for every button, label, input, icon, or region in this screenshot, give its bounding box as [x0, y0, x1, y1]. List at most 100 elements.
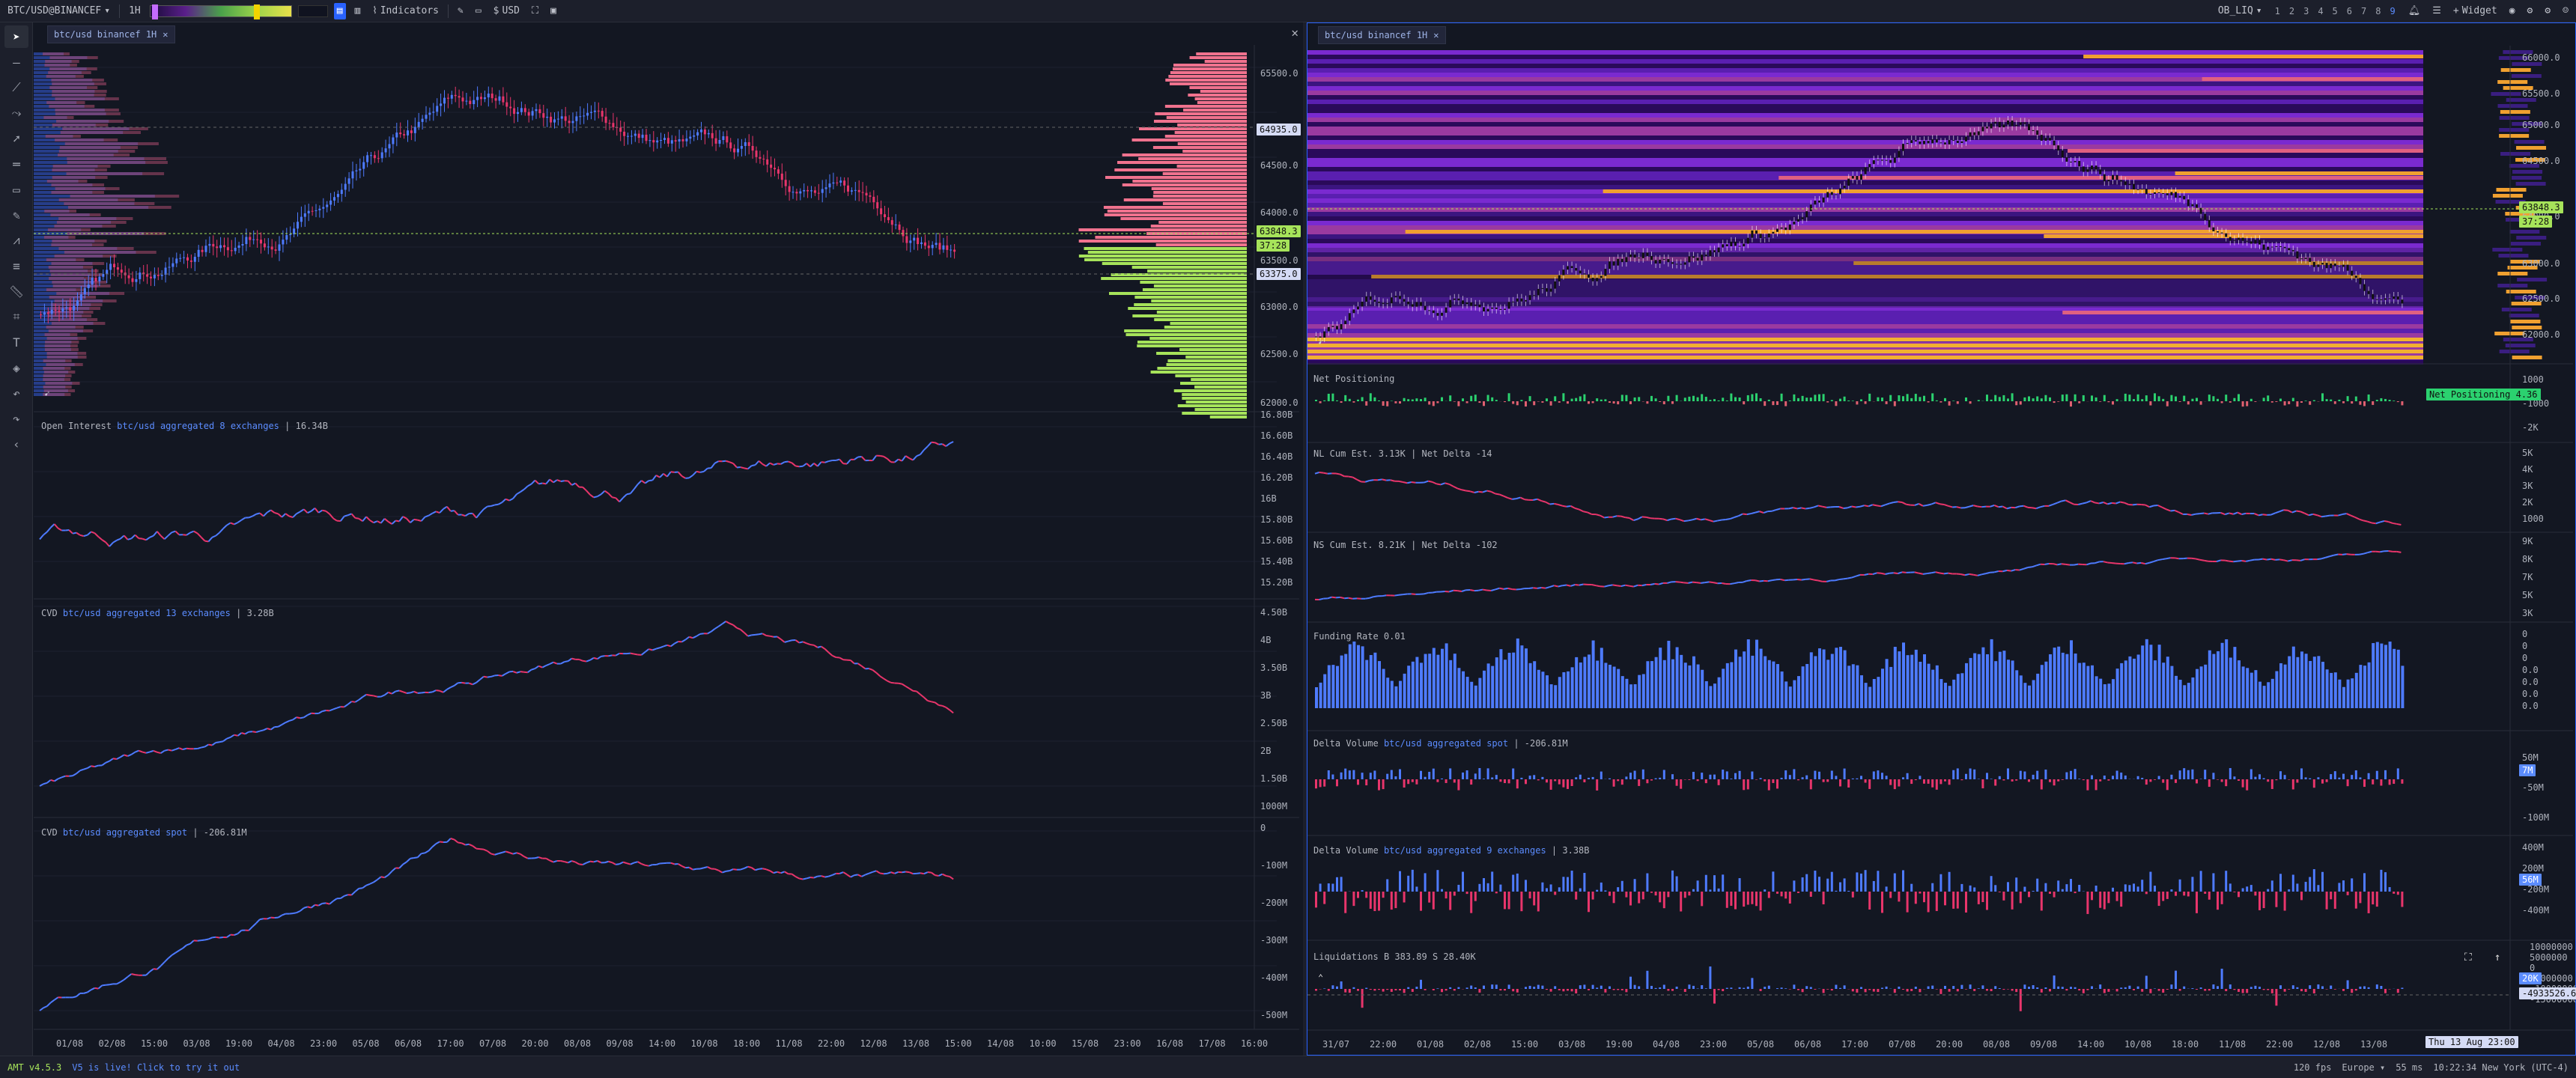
layout-selector[interactable]: OB_LIQ ▾	[2215, 3, 2265, 19]
user-icon[interactable]: ☺	[2560, 3, 2572, 19]
candle	[1357, 306, 1359, 310]
settings-icon[interactable]: ⚙	[2542, 3, 2554, 19]
cvd1-source: btc/usd aggregated 13 exchanges	[62, 608, 231, 618]
nl-line	[1541, 500, 1546, 503]
arrow-up-icon[interactable]: ↑	[2494, 951, 2500, 963]
net-positioning-bar	[1567, 401, 1569, 404]
cvd1-line	[61, 775, 66, 779]
nl-line	[1679, 519, 1685, 523]
currency-button[interactable]: $ USD	[490, 3, 523, 19]
liquidation-bar	[2162, 989, 2165, 993]
funding-bar	[1746, 639, 1750, 708]
candle	[428, 112, 431, 115]
cvd2-line	[468, 843, 473, 847]
delta-volume-bar	[1432, 892, 1435, 910]
layout-5-button[interactable]: 5	[2329, 6, 2342, 16]
liquidation-bar	[1369, 989, 1372, 990]
horizontal-line-icon[interactable]: —	[4, 51, 28, 73]
layers-icon[interactable]: ◈	[4, 356, 28, 379]
rectangle-icon[interactable]: ▭	[4, 178, 28, 201]
liquidation-bar	[2149, 989, 2152, 993]
candle	[483, 97, 486, 100]
liquidation-bar	[2091, 986, 2093, 989]
layout-1-button[interactable]: 1	[2271, 6, 2284, 16]
text-icon[interactable]: T	[4, 331, 28, 353]
symbol-selector[interactable]: BTC/USD@BINANCEF ▾	[4, 3, 113, 19]
fullscreen-icon[interactable]: ⛶	[529, 3, 541, 19]
nl-line	[1403, 481, 1408, 484]
layout-4-button[interactable]: 4	[2314, 6, 2327, 16]
net-positioning-bar	[1965, 397, 1967, 401]
gear-icon[interactable]: ⚙	[2524, 3, 2536, 19]
orderbook-bar	[1188, 94, 1247, 97]
candle	[1960, 141, 1963, 144]
layout-6-button[interactable]: 6	[2343, 6, 2356, 16]
trend-line-icon[interactable]: ⟋	[4, 76, 28, 99]
brush-icon[interactable]: ✎	[4, 204, 28, 226]
liquidation-bar	[1407, 987, 1410, 989]
ruler-icon[interactable]: 📏︎	[4, 280, 28, 302]
fullscreen-icon[interactable]: ⛶	[2464, 951, 2472, 963]
list-icon[interactable]: ☰	[2429, 3, 2444, 19]
oi-line	[912, 455, 917, 461]
ns-line	[2258, 558, 2263, 561]
pencil-icon[interactable]: ✎	[455, 3, 467, 19]
chart-type-icon[interactable]: ▤	[333, 2, 346, 19]
liquidation-bar	[2296, 987, 2299, 989]
layout-3-button[interactable]: 3	[2300, 6, 2312, 16]
collapse-up-icon[interactable]: ⌃	[1318, 972, 1323, 983]
nl-line	[1390, 479, 1395, 482]
slider-handle-right[interactable]	[253, 4, 260, 19]
add-widget-button[interactable]: + Widget	[2450, 3, 2500, 19]
candle	[380, 152, 383, 159]
delta-volume-bar	[1952, 892, 1955, 909]
heatmap-gradient-slider[interactable]	[149, 4, 292, 19]
collapse-icon[interactable]: ‹	[4, 433, 28, 455]
left-chart-canvas[interactable]: 65500.064500.064000.063500.063000.062500…	[34, 22, 1303, 1056]
gradient-end-swatch[interactable]	[297, 4, 328, 17]
cvd2-line	[641, 863, 645, 866]
chart-line-icon[interactable]: ⩘	[4, 229, 28, 252]
ns-line	[1701, 582, 1705, 584]
camera-icon[interactable]: ◉	[2506, 3, 2518, 19]
layout-9-button[interactable]: 9	[2386, 6, 2399, 16]
compare-icon[interactable]: ▥	[352, 3, 364, 19]
indicators-button[interactable]: ⌇ Indicators	[369, 3, 442, 19]
snapshot-icon[interactable]: ▣	[547, 3, 559, 19]
layout-7-button[interactable]: 7	[2357, 6, 2370, 16]
nl-line	[1369, 479, 1374, 481]
candle	[377, 158, 380, 159]
region-selector[interactable]: Europe ▾	[2342, 1062, 2385, 1073]
candle	[193, 257, 196, 262]
cvd2-line	[670, 862, 675, 865]
bell-icon[interactable]: 🔔︎	[2405, 3, 2424, 19]
timeframe-button[interactable]: 1H	[126, 3, 144, 19]
fib-icon[interactable]: ≡	[4, 255, 28, 277]
parallel-lines-icon[interactable]: ═	[4, 153, 28, 175]
delta-volume-bar	[1877, 871, 1880, 892]
layout-8-button[interactable]: 8	[2372, 6, 2384, 16]
delta-volume-bar	[1772, 871, 1775, 892]
delta-volume-bar	[1533, 775, 1536, 779]
path-icon[interactable]: ⤳	[4, 102, 28, 124]
liquidation-bar	[2288, 989, 2291, 990]
nl-line	[1382, 478, 1387, 481]
liquidation-bar	[1948, 989, 1951, 992]
redo-icon[interactable]: ↷	[4, 407, 28, 430]
measure-icon[interactable]: ⌗	[4, 305, 28, 328]
nl-line	[1478, 490, 1483, 493]
orderbook-bar	[1177, 404, 1247, 407]
candle	[1428, 310, 1431, 311]
undo-icon[interactable]: ↶	[4, 382, 28, 404]
cvd2-line	[318, 903, 323, 907]
candle	[1403, 299, 1406, 302]
news-link[interactable]: V5 is live! Click to try it out	[72, 1062, 240, 1073]
arrow-icon[interactable]: ➚	[4, 127, 28, 150]
layout-2-button[interactable]: 2	[2285, 6, 2298, 16]
folder-icon[interactable]: ▭	[473, 3, 484, 19]
slider-handle-left[interactable]	[151, 4, 158, 19]
funding-bar	[2229, 657, 2232, 708]
cvd2-line	[171, 951, 176, 956]
cursor-icon[interactable]: ➤	[4, 25, 28, 48]
right-chart-canvas[interactable]: 66000.065500.065000.064500.064000.063000…	[1307, 23, 2575, 1055]
